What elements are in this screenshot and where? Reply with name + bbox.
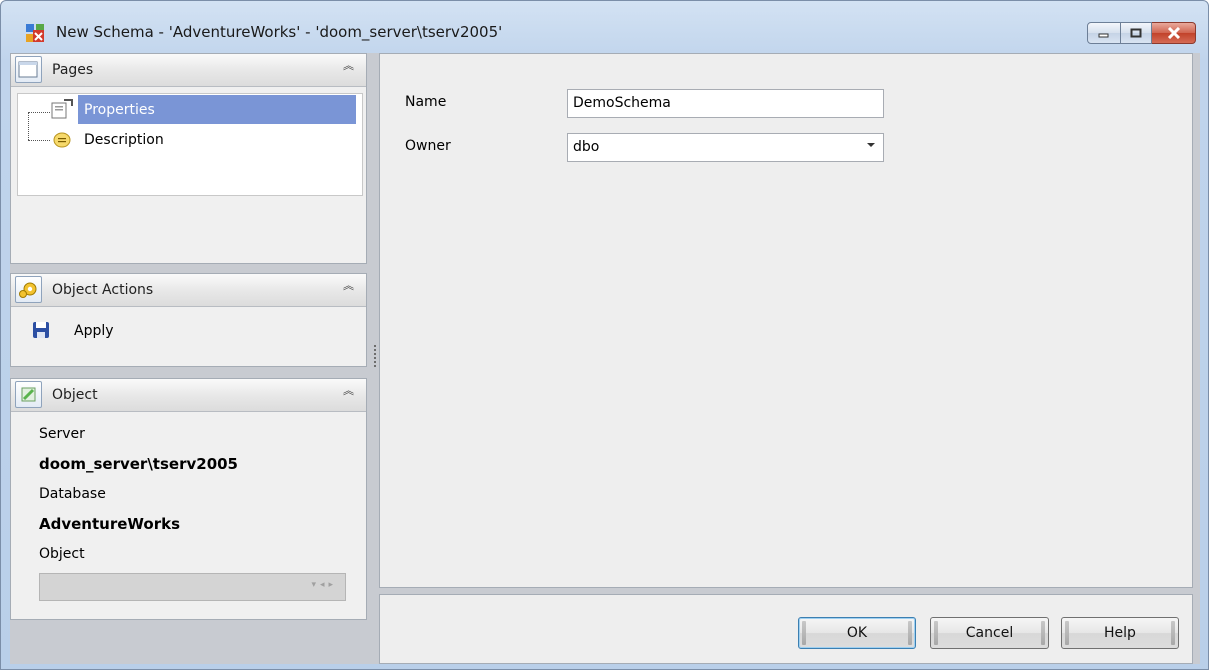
database-value: AdventureWorks <box>39 515 181 533</box>
object-panel-title: Object <box>52 387 98 403</box>
cancel-button[interactable]: Cancel <box>930 617 1049 649</box>
tree-connector <box>28 140 50 141</box>
combo-nav-icon: ▾◂▸ <box>311 580 337 590</box>
button-grip <box>1171 621 1175 645</box>
ok-label: OK <box>846 625 868 641</box>
dialog-body: Pages ︽ Properties Description Object Ac… <box>10 53 1200 664</box>
pages-icon <box>15 56 42 83</box>
server-value: doom_server\tserv2005 <box>39 455 238 473</box>
button-grip <box>802 621 806 645</box>
database-label: Database <box>39 486 106 502</box>
object-label: Object <box>39 546 85 562</box>
button-bar: OK Cancel Help <box>379 594 1193 664</box>
tree-connector <box>28 112 50 113</box>
title-bar[interactable]: New Schema - 'AdventureWorks' - 'doom_se… <box>1 1 1208 51</box>
button-grip <box>1065 621 1069 645</box>
apply-label: Apply <box>74 323 114 339</box>
splitter-grip-icon <box>374 345 376 367</box>
object-combo: ▾◂▸ <box>39 573 346 601</box>
collapse-chevron-icon[interactable]: ︽ <box>343 60 354 71</box>
object-actions-icon <box>15 276 42 303</box>
apply-action[interactable]: Apply <box>11 312 366 348</box>
pages-tree: Properties Description <box>17 93 363 196</box>
page-item-label: Description <box>84 131 164 148</box>
collapse-chevron-icon[interactable]: ︽ <box>343 280 354 291</box>
description-icon <box>53 132 71 148</box>
object-icon <box>15 381 42 408</box>
cancel-label: Cancel <box>965 625 1014 641</box>
page-item-label: Properties <box>84 101 155 118</box>
object-actions-panel-header[interactable]: Object Actions ︽ <box>11 274 366 307</box>
name-input[interactable]: DemoSchema <box>567 89 884 118</box>
help-label: Help <box>1104 625 1136 641</box>
maximize-button[interactable] <box>1121 22 1152 44</box>
properties-page: Name DemoSchema Owner dbo <box>379 53 1193 588</box>
chevron-down-icon <box>867 143 875 147</box>
button-grip <box>1041 621 1045 645</box>
window-title: New Schema - 'AdventureWorks' - 'doom_se… <box>56 23 503 41</box>
help-button[interactable]: Help <box>1061 617 1179 649</box>
owner-label: Owner <box>405 138 451 154</box>
save-icon <box>33 322 49 338</box>
app-schema-icon <box>26 24 44 42</box>
owner-value: dbo <box>573 139 600 155</box>
left-sidebar: Pages ︽ Properties Description Object Ac… <box>10 53 372 664</box>
properties-icon <box>51 99 73 119</box>
server-label: Server <box>39 426 85 442</box>
object-actions-panel: Object Actions ︽ Apply <box>10 273 367 367</box>
minimize-icon <box>1098 33 1109 38</box>
pages-panel: Pages ︽ Properties Description <box>10 53 367 264</box>
close-button[interactable] <box>1152 22 1196 44</box>
close-icon <box>1167 27 1180 39</box>
button-grip <box>934 621 938 645</box>
collapse-chevron-icon[interactable]: ︽ <box>343 385 354 396</box>
page-item-properties[interactable]: Properties <box>78 95 356 124</box>
owner-select[interactable]: dbo <box>567 133 884 162</box>
button-grip <box>908 621 912 645</box>
maximize-icon <box>1130 28 1142 38</box>
object-panel-header[interactable]: Object ︽ <box>11 379 366 412</box>
object-actions-panel-title: Object Actions <box>52 282 154 298</box>
window-controls <box>1087 22 1196 44</box>
tree-connector <box>28 112 29 140</box>
panel-splitter[interactable] <box>372 53 378 664</box>
minimize-button[interactable] <box>1087 22 1121 44</box>
dialog-window: New Schema - 'AdventureWorks' - 'doom_se… <box>0 0 1209 670</box>
name-label: Name <box>405 94 447 110</box>
page-item-description[interactable]: Description <box>78 125 356 154</box>
ok-button[interactable]: OK <box>798 617 916 649</box>
pages-panel-header[interactable]: Pages ︽ <box>11 54 366 87</box>
pages-panel-title: Pages <box>52 62 94 78</box>
